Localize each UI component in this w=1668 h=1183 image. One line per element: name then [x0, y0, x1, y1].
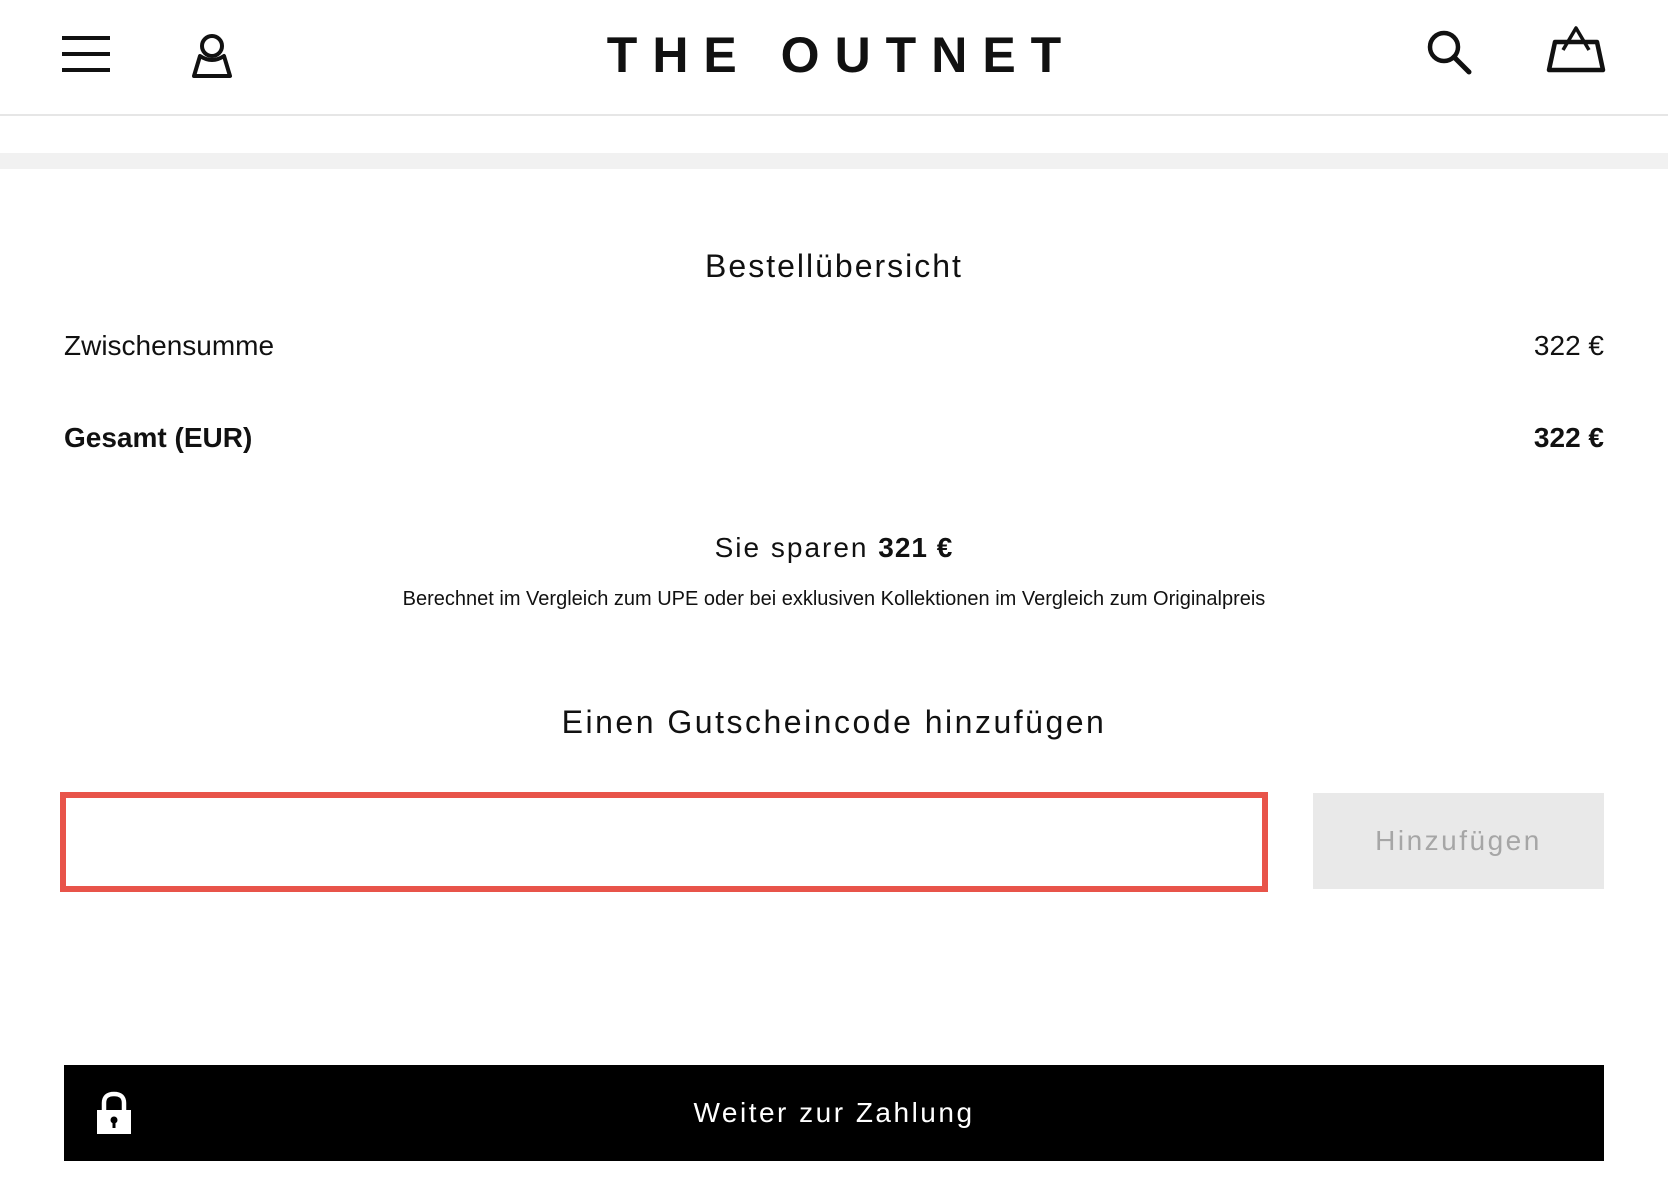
subtotal-row: Zwischensumme 322 € [64, 330, 1604, 362]
savings-note: Berechnet im Vergleich zum UPE oder bei … [402, 588, 1266, 610]
savings-line: Sie sparen 321 € [0, 532, 1668, 564]
site-header: THE OUTNET [0, 0, 1668, 116]
shopping-bag-icon[interactable] [1545, 24, 1607, 76]
order-summary-title: Bestellübersicht [705, 248, 963, 284]
subtotal-value: 322 € [1533, 330, 1604, 361]
continue-to-payment-button[interactable]: Weiter zur Zahlung [64, 1065, 1604, 1161]
total-row: Gesamt (EUR) 322 € [64, 422, 1604, 454]
add-voucher-button[interactable]: Hinzufügen [1313, 793, 1604, 889]
section-divider [0, 153, 1668, 169]
total-label: Gesamt (EUR) [64, 422, 253, 453]
voucher-title: Einen Gutscheincode hinzufügen [561, 704, 1107, 740]
voucher-code-input[interactable] [60, 792, 1268, 892]
subtotal-label: Zwischensumme [64, 330, 275, 361]
savings-amount: 321 € [878, 532, 954, 563]
total-value: 322 € [1533, 422, 1604, 453]
savings-prefix: Sie sparen [714, 532, 869, 563]
search-icon[interactable] [1425, 28, 1473, 76]
brand-logo[interactable]: THE OUTNET [0, 24, 1668, 86]
continue-to-payment-label: Weiter zur Zahlung [693, 1097, 975, 1128]
